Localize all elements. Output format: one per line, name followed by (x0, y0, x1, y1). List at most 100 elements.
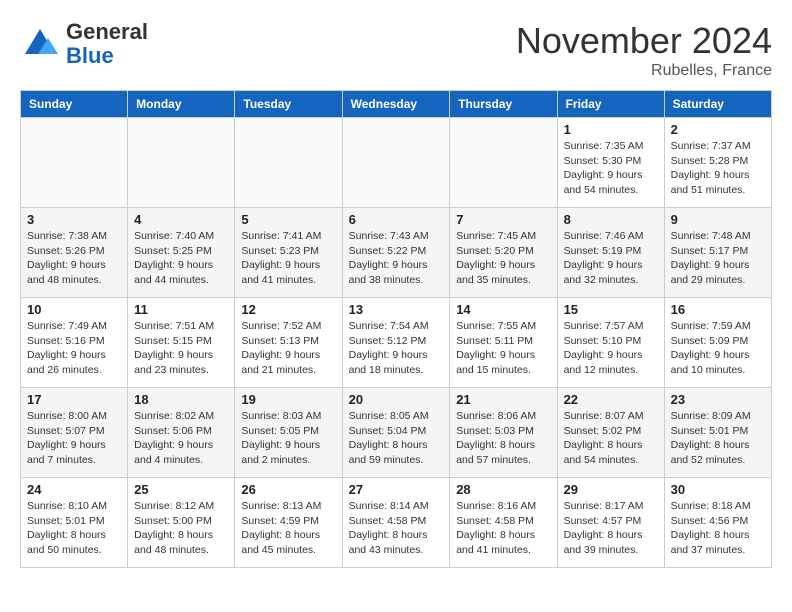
day-number: 8 (564, 212, 658, 227)
day-number: 4 (134, 212, 228, 227)
day-info: Sunrise: 7:59 AMSunset: 5:09 PMDaylight:… (671, 319, 765, 378)
calendar-day-cell: 8 Sunrise: 7:46 AMSunset: 5:19 PMDaylight… (557, 208, 664, 298)
day-info: Sunrise: 7:48 AMSunset: 5:17 PMDaylight:… (671, 229, 765, 288)
day-number: 12 (241, 302, 335, 317)
day-number: 7 (456, 212, 550, 227)
day-info: Sunrise: 8:16 AMSunset: 4:58 PMDaylight:… (456, 499, 550, 558)
calendar-day-cell: 29 Sunrise: 8:17 AMSunset: 4:57 PMDayligh… (557, 478, 664, 568)
calendar-day-cell: 26 Sunrise: 8:13 AMSunset: 4:59 PMDayligh… (235, 478, 342, 568)
day-info: Sunrise: 8:12 AMSunset: 5:00 PMDaylight:… (134, 499, 228, 558)
day-of-week-header: Wednesday (342, 91, 450, 118)
day-of-week-header: Sunday (21, 91, 128, 118)
day-number: 1 (564, 122, 658, 137)
calendar-day-cell: 22 Sunrise: 8:07 AMSunset: 5:02 PMDayligh… (557, 388, 664, 478)
day-number: 6 (349, 212, 444, 227)
calendar-day-cell: 4Sunrise: 7:40 AMSunset: 5:25 PMDaylight… (128, 208, 235, 298)
day-info: Sunrise: 8:06 AMSunset: 5:03 PMDaylight:… (456, 409, 550, 468)
calendar-body: 1 Sunrise: 7:35 AMSunset: 5:30 PMDaylight… (21, 118, 772, 568)
calendar-day-cell (235, 118, 342, 208)
day-number: 9 (671, 212, 765, 227)
day-number: 27 (349, 482, 444, 497)
day-number: 18 (134, 392, 228, 407)
day-info: Sunrise: 8:05 AMSunset: 5:04 PMDaylight:… (349, 409, 444, 468)
calendar-day-cell: 30 Sunrise: 8:18 AMSunset: 4:56 PMDayligh… (664, 478, 771, 568)
day-number: 11 (134, 302, 228, 317)
calendar-week-row: 10 Sunrise: 7:49 AMSunset: 5:16 PMDayligh… (21, 298, 772, 388)
calendar-day-cell: 12 Sunrise: 7:52 AMSunset: 5:13 PMDayligh… (235, 298, 342, 388)
calendar-day-cell: 16 Sunrise: 7:59 AMSunset: 5:09 PMDayligh… (664, 298, 771, 388)
day-number: 19 (241, 392, 335, 407)
calendar-day-cell: 5Sunrise: 7:41 AMSunset: 5:23 PMDaylight… (235, 208, 342, 298)
day-number: 24 (27, 482, 121, 497)
day-info: Sunrise: 8:10 AMSunset: 5:01 PMDaylight:… (27, 499, 121, 558)
day-number: 14 (456, 302, 550, 317)
calendar-day-cell (450, 118, 557, 208)
calendar-day-cell: 25 Sunrise: 8:12 AMSunset: 5:00 PMDayligh… (128, 478, 235, 568)
calendar-day-cell: 14 Sunrise: 7:55 AMSunset: 5:11 PMDayligh… (450, 298, 557, 388)
day-info: Sunrise: 8:14 AMSunset: 4:58 PMDaylight:… (349, 499, 444, 558)
day-info: Sunrise: 8:00 AMSunset: 5:07 PMDaylight:… (27, 409, 121, 468)
day-number: 2 (671, 122, 765, 137)
day-info: Sunrise: 7:52 AMSunset: 5:13 PMDaylight:… (241, 319, 335, 378)
calendar: SundayMondayTuesdayWednesdayThursdayFrid… (20, 90, 772, 568)
day-info: Sunrise: 7:35 AMSunset: 5:30 PMDaylight:… (564, 139, 658, 198)
calendar-day-cell: 1 Sunrise: 7:35 AMSunset: 5:30 PMDaylight… (557, 118, 664, 208)
logo: General Blue (20, 20, 148, 68)
day-of-week-header: Monday (128, 91, 235, 118)
calendar-day-cell: 6 Sunrise: 7:43 AMSunset: 5:22 PMDaylight… (342, 208, 450, 298)
day-of-week-header: Tuesday (235, 91, 342, 118)
day-number: 3 (27, 212, 121, 227)
day-info: Sunrise: 7:49 AMSunset: 5:16 PMDaylight:… (27, 319, 121, 378)
calendar-day-cell: 9 Sunrise: 7:48 AMSunset: 5:17 PMDaylight… (664, 208, 771, 298)
calendar-day-cell (342, 118, 450, 208)
day-of-week-header: Friday (557, 91, 664, 118)
day-info: Sunrise: 7:55 AMSunset: 5:11 PMDaylight:… (456, 319, 550, 378)
day-number: 25 (134, 482, 228, 497)
day-number: 28 (456, 482, 550, 497)
calendar-day-cell: 11 Sunrise: 7:51 AMSunset: 5:15 PMDayligh… (128, 298, 235, 388)
day-info: Sunrise: 8:13 AMSunset: 4:59 PMDaylight:… (241, 499, 335, 558)
day-number: 10 (27, 302, 121, 317)
calendar-day-cell: 17 Sunrise: 8:00 AMSunset: 5:07 PMDayligh… (21, 388, 128, 478)
calendar-day-cell: 15Sunrise: 7:57 AMSunset: 5:10 PMDayligh… (557, 298, 664, 388)
day-number: 26 (241, 482, 335, 497)
day-info: Sunrise: 8:18 AMSunset: 4:56 PMDaylight:… (671, 499, 765, 558)
day-number: 16 (671, 302, 765, 317)
day-info: Sunrise: 7:57 AMSunset: 5:10 PMDaylight:… (564, 319, 658, 378)
calendar-day-cell: 3Sunrise: 7:38 AMSunset: 5:26 PMDaylight… (21, 208, 128, 298)
title-area: November 2024 Rubelles, France (516, 20, 772, 80)
day-info: Sunrise: 8:07 AMSunset: 5:02 PMDaylight:… (564, 409, 658, 468)
calendar-day-cell (128, 118, 235, 208)
day-number: 23 (671, 392, 765, 407)
calendar-day-cell: 7 Sunrise: 7:45 AMSunset: 5:20 PMDaylight… (450, 208, 557, 298)
location: Rubelles, France (516, 62, 772, 80)
calendar-day-cell: 28 Sunrise: 8:16 AMSunset: 4:58 PMDayligh… (450, 478, 557, 568)
calendar-week-row: 17 Sunrise: 8:00 AMSunset: 5:07 PMDayligh… (21, 388, 772, 478)
day-info: Sunrise: 7:46 AMSunset: 5:19 PMDaylight:… (564, 229, 658, 288)
calendar-day-cell: 27 Sunrise: 8:14 AMSunset: 4:58 PMDayligh… (342, 478, 450, 568)
day-info: Sunrise: 7:54 AMSunset: 5:12 PMDaylight:… (349, 319, 444, 378)
month-title: November 2024 (516, 20, 772, 62)
day-info: Sunrise: 7:51 AMSunset: 5:15 PMDaylight:… (134, 319, 228, 378)
day-number: 17 (27, 392, 121, 407)
calendar-week-row: 1 Sunrise: 7:35 AMSunset: 5:30 PMDaylight… (21, 118, 772, 208)
day-number: 20 (349, 392, 444, 407)
logo-icon (20, 24, 60, 64)
day-info: Sunrise: 8:17 AMSunset: 4:57 PMDaylight:… (564, 499, 658, 558)
calendar-day-cell: 18 Sunrise: 8:02 AMSunset: 5:06 PMDayligh… (128, 388, 235, 478)
day-info: Sunrise: 7:45 AMSunset: 5:20 PMDaylight:… (456, 229, 550, 288)
calendar-header-row: SundayMondayTuesdayWednesdayThursdayFrid… (21, 91, 772, 118)
calendar-week-row: 3Sunrise: 7:38 AMSunset: 5:26 PMDaylight… (21, 208, 772, 298)
day-number: 22 (564, 392, 658, 407)
day-number: 30 (671, 482, 765, 497)
calendar-day-cell: 19 Sunrise: 8:03 AMSunset: 5:05 PMDayligh… (235, 388, 342, 478)
calendar-day-cell: 2 Sunrise: 7:37 AMSunset: 5:28 PMDaylight… (664, 118, 771, 208)
day-info: Sunrise: 7:37 AMSunset: 5:28 PMDaylight:… (671, 139, 765, 198)
day-info: Sunrise: 8:02 AMSunset: 5:06 PMDaylight:… (134, 409, 228, 468)
day-info: Sunrise: 7:43 AMSunset: 5:22 PMDaylight:… (349, 229, 444, 288)
page-header: General Blue November 2024 Rubelles, Fra… (20, 20, 772, 80)
day-number: 13 (349, 302, 444, 317)
calendar-day-cell: 20 Sunrise: 8:05 AMSunset: 5:04 PMDayligh… (342, 388, 450, 478)
day-info: Sunrise: 8:03 AMSunset: 5:05 PMDaylight:… (241, 409, 335, 468)
day-number: 29 (564, 482, 658, 497)
